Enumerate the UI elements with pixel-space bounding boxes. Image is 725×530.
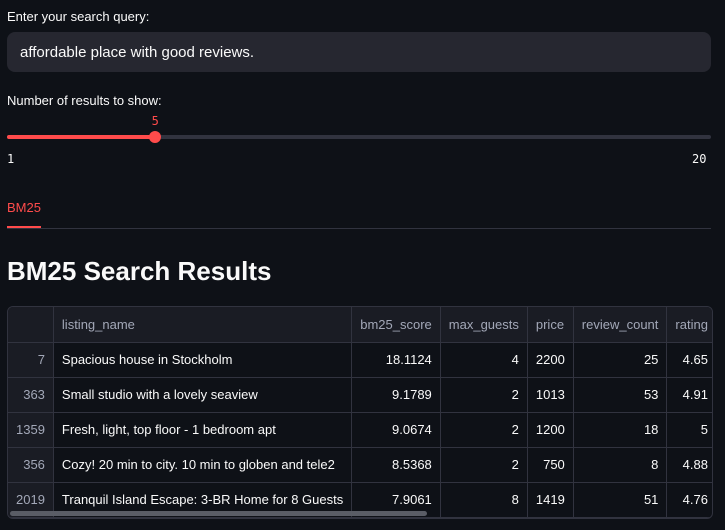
table-cell[interactable]: 2200 bbox=[527, 342, 574, 378]
table-cell[interactable]: 1200 bbox=[527, 412, 574, 448]
table-cell[interactable]: 4.91 bbox=[666, 377, 712, 413]
column-header-review-count[interactable]: review_count bbox=[573, 307, 668, 343]
table-cell[interactable]: 2 bbox=[440, 412, 528, 448]
table-cell[interactable]: 18.1124 bbox=[351, 342, 441, 378]
row-index-cell[interactable]: 363 bbox=[8, 377, 54, 413]
table-row[interactable]: 1359 Fresh, light, top floor - 1 bedroom … bbox=[8, 412, 712, 448]
table-cell[interactable]: 2 bbox=[440, 447, 528, 483]
column-header-listing-name[interactable]: listing_name bbox=[53, 307, 353, 343]
table-cell[interactable]: 8.5368 bbox=[351, 447, 441, 483]
slider-min-label: 1 bbox=[7, 152, 15, 166]
table-cell[interactable]: Spacious house in Stockholm bbox=[53, 342, 353, 378]
search-query-label: Enter your search query: bbox=[7, 9, 150, 24]
slider-fill bbox=[7, 135, 156, 139]
table-cell[interactable]: 9.0674 bbox=[351, 412, 441, 448]
table-row[interactable]: 7 Spacious house in Stockholm 18.1124 4 2200… bbox=[8, 342, 712, 378]
table-cell[interactable]: 18 bbox=[573, 412, 668, 448]
table-cell[interactable]: 8 bbox=[440, 482, 528, 518]
results-table[interactable]: listing_name bm25_score max_guests price rev… bbox=[7, 306, 713, 519]
results-heading: BM25 Search Results bbox=[7, 256, 272, 286]
table-cell[interactable]: 1419 bbox=[527, 482, 574, 518]
slider-value: 5 bbox=[151, 114, 159, 128]
table-cell[interactable]: 4.76 bbox=[666, 482, 712, 518]
column-header-price[interactable]: price bbox=[527, 307, 574, 343]
slider-max-label: 20 bbox=[692, 152, 707, 166]
search-query-input[interactable] bbox=[7, 32, 711, 72]
row-index-cell[interactable]: 1359 bbox=[8, 412, 54, 448]
table-header-row: listing_name bm25_score max_guests price rev… bbox=[8, 307, 712, 343]
table-cell[interactable]: 5 bbox=[666, 412, 712, 448]
table-cell[interactable]: 25 bbox=[573, 342, 668, 378]
results-count-slider[interactable]: 5 bbox=[7, 114, 711, 160]
column-header-index[interactable] bbox=[8, 307, 54, 343]
table-row[interactable]: 363 Small studio with a lovely seaview 9.1… bbox=[8, 377, 712, 413]
table-cell[interactable]: 4.88 bbox=[666, 447, 712, 483]
table-cell[interactable]: Cozy! 20 min to city. 10 min to globen a… bbox=[53, 447, 353, 483]
tab-bm25[interactable]: BM25 bbox=[7, 200, 41, 228]
horizontal-scrollbar[interactable] bbox=[10, 511, 427, 516]
column-header-max-guests[interactable]: max_guests bbox=[440, 307, 528, 343]
search-query-field[interactable] bbox=[7, 32, 711, 72]
table-cell[interactable]: 9.1789 bbox=[351, 377, 441, 413]
slider-thumb[interactable] bbox=[149, 131, 162, 143]
table-row[interactable]: 356 Cozy! 20 min to city. 10 min to globe… bbox=[8, 447, 712, 483]
row-index-cell[interactable]: 356 bbox=[8, 447, 54, 483]
table-cell[interactable]: 4 bbox=[440, 342, 528, 378]
results-count-label: Number of results to show: bbox=[7, 93, 162, 108]
table-cell[interactable]: 51 bbox=[573, 482, 668, 518]
column-header-rating[interactable]: rating bbox=[666, 307, 712, 343]
table-cell[interactable]: Small studio with a lovely seaview bbox=[53, 377, 353, 413]
row-index-cell[interactable]: 7 bbox=[8, 342, 54, 378]
table-cell[interactable]: 1013 bbox=[527, 377, 574, 413]
table-cell[interactable]: 750 bbox=[527, 447, 574, 483]
table-cell[interactable]: 53 bbox=[573, 377, 668, 413]
table-cell[interactable]: 2 bbox=[440, 377, 528, 413]
column-header-bm25-score[interactable]: bm25_score bbox=[351, 307, 441, 343]
table-cell[interactable]: 4.65 bbox=[666, 342, 712, 378]
tab-bar: BM25 bbox=[7, 190, 711, 229]
table-cell[interactable]: 8 bbox=[573, 447, 668, 483]
table-cell[interactable]: Fresh, light, top floor - 1 bedroom apt bbox=[53, 412, 353, 448]
